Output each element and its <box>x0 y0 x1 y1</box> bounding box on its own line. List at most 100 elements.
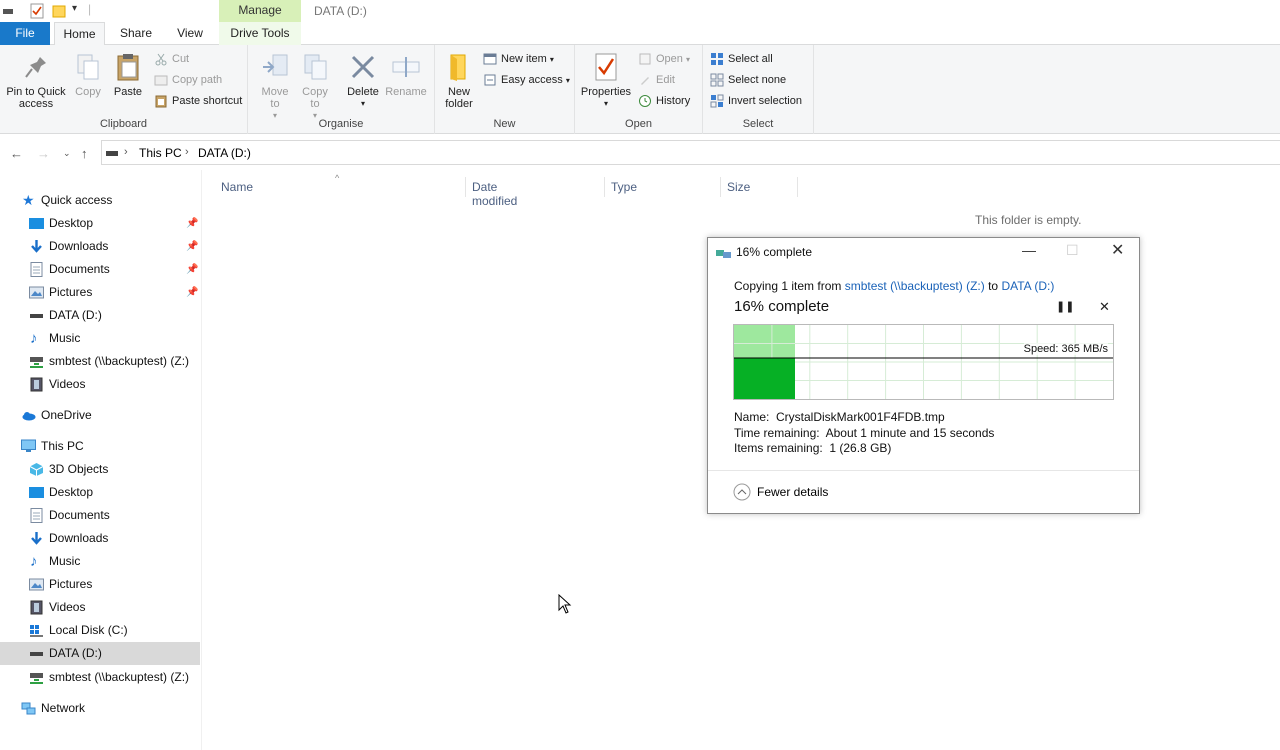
sidebar-item-videos[interactable]: Videos <box>0 373 200 396</box>
sidebar-item-data-d[interactable]: DATA (D:) <box>0 642 200 665</box>
column-date-modified[interactable]: Date modified <box>472 180 517 208</box>
breadcrumb-chevron-icon[interactable]: › <box>124 146 128 158</box>
copy-to-label: Copy to <box>302 86 328 110</box>
copy-to-icon <box>304 54 327 80</box>
close-icon[interactable]: ✕ <box>1111 240 1124 260</box>
cut-button[interactable]: Cut <box>154 50 189 68</box>
forward-arrow-icon[interactable]: → <box>37 146 50 161</box>
column-divider[interactable] <box>797 177 798 197</box>
sidebar-item-this-pc[interactable]: This PC <box>0 435 200 458</box>
copy-details: Name: CrystalDiskMark001F4FDB.tmp Time r… <box>734 410 994 457</box>
properties-button[interactable]: Properties ▾ <box>580 51 632 110</box>
minimize-icon[interactable]: — <box>1022 242 1036 258</box>
computer-icon <box>21 439 36 452</box>
clipboard-group: Pin to Quick access Copy Paste Cut Copy … <box>0 45 248 134</box>
back-arrow-icon[interactable]: ← <box>10 146 23 161</box>
sidebar-item-music[interactable]: ♪ Music <box>0 327 200 350</box>
column-divider[interactable] <box>720 177 721 197</box>
tab-share[interactable]: Share <box>115 22 157 45</box>
sidebar-item-label: Pictures <box>49 577 93 591</box>
copy-summary-to: to <box>984 279 1002 293</box>
open-button[interactable]: Open ▾ <box>638 50 690 68</box>
sidebar-item-local-disk-c[interactable]: Local Disk (C:) <box>0 619 200 642</box>
new-group-label: New <box>493 118 516 130</box>
sidebar-item-smbtest-pc[interactable]: smbtest (\\backuptest) (Z:) <box>0 666 200 689</box>
edit-button[interactable]: Edit <box>638 71 675 89</box>
copy-button[interactable]: Copy <box>72 51 104 98</box>
column-type[interactable]: Type <box>611 180 637 194</box>
download-arrow-icon <box>31 532 42 545</box>
move-to-icon <box>263 54 288 76</box>
sidebar-item-downloads-pc[interactable]: Downloads <box>0 527 200 550</box>
document-icon <box>30 508 43 523</box>
select-none-button[interactable]: Select none <box>710 71 786 89</box>
sidebar-item-label: OneDrive <box>41 408 92 422</box>
rename-button[interactable]: Rename <box>384 51 428 98</box>
breadcrumb-this-pc[interactable]: This PC <box>139 146 182 160</box>
detail-name-row: Name: CrystalDiskMark001F4FDB.tmp <box>734 410 994 426</box>
drive-icon <box>30 652 43 656</box>
sidebar-item-documents-pc[interactable]: Documents <box>0 504 200 527</box>
sidebar-item-label: DATA (D:) <box>49 308 102 322</box>
sidebar-item-desktop[interactable]: Desktop 📌 <box>0 212 200 235</box>
organise-group: Move to ▾ Copy to ▾ Delete ▾ Rename Organis… <box>248 45 435 134</box>
sidebar-item-label: Network <box>41 701 86 715</box>
clipboard-group-label: Clipboard <box>99 118 148 130</box>
paste-button[interactable]: Paste <box>110 51 146 98</box>
sidebar-item-3d-objects[interactable]: 3D Objects <box>0 458 200 481</box>
tab-drive-tools[interactable]: Drive Tools <box>219 22 301 45</box>
sidebar-item-desktop-pc[interactable]: Desktop <box>0 481 200 504</box>
select-none-icon <box>710 73 724 87</box>
sidebar-item-downloads[interactable]: Downloads 📌 <box>0 235 200 258</box>
sidebar-item-quick-access[interactable]: ★ Quick access <box>0 189 200 212</box>
customize-qat-icon[interactable]: ▾ <box>72 3 77 14</box>
tab-home[interactable]: Home <box>54 22 105 46</box>
tab-view[interactable]: View <box>168 22 212 45</box>
tab-file[interactable]: File <box>0 22 50 45</box>
new-folder-button[interactable]: New folder <box>441 51 477 110</box>
sidebar-item-network[interactable]: Network <box>0 697 200 720</box>
move-to-button[interactable]: Move to ▾ <box>258 51 292 122</box>
destination-link[interactable]: DATA (D:) <box>1001 279 1054 293</box>
column-divider[interactable] <box>465 177 466 197</box>
copy-path-button[interactable]: Copy path <box>154 71 222 89</box>
maximize-icon[interactable]: ☐ <box>1066 242 1079 259</box>
sidebar-item-label: Documents <box>49 262 110 276</box>
sidebar-item-music-pc[interactable]: ♪ Music <box>0 550 200 573</box>
breadcrumb-chevron-icon[interactable]: › <box>185 146 189 158</box>
paste-label: Paste <box>113 86 143 98</box>
up-arrow-icon[interactable]: ↑ <box>81 146 88 161</box>
column-name[interactable]: Name <box>221 180 253 194</box>
sidebar-item-label: Videos <box>49 377 86 391</box>
cancel-copy-icon[interactable]: ✕ <box>1099 299 1110 315</box>
delete-button[interactable]: Delete ▾ <box>344 51 382 110</box>
column-divider[interactable] <box>604 177 605 197</box>
sidebar-item-pictures-pc[interactable]: Pictures <box>0 573 200 596</box>
breadcrumb-data-d[interactable]: DATA (D:) <box>198 146 251 160</box>
select-all-button[interactable]: Select all <box>710 50 773 68</box>
sidebar-item-videos-pc[interactable]: Videos <box>0 596 200 619</box>
fewer-details-button[interactable]: Fewer details <box>733 483 828 501</box>
properties-icon[interactable] <box>30 3 44 19</box>
new-item-button[interactable]: New item ▾ <box>483 50 554 68</box>
address-bar[interactable]: › This PC › DATA (D:) <box>101 140 1280 165</box>
history-button[interactable]: History <box>638 92 690 110</box>
easy-access-button[interactable]: Easy access ▾ <box>483 71 570 89</box>
music-note-icon: ♪ <box>30 553 38 570</box>
sidebar-item-smbtest-quick[interactable]: smbtest (\\backuptest) (Z:) <box>0 350 200 373</box>
speed-readout: Speed: 365 MB/s <box>1023 343 1108 355</box>
sidebar-item-data-d-quick[interactable]: DATA (D:) <box>0 304 200 327</box>
sidebar-item-onedrive[interactable]: OneDrive <box>0 404 200 427</box>
source-link[interactable]: smbtest (\\backuptest) (Z:) <box>845 279 985 293</box>
download-arrow-icon <box>31 240 42 253</box>
pin-to-quick-access-button[interactable]: Pin to Quick access <box>3 51 69 110</box>
sidebar-item-pictures[interactable]: Pictures 📌 <box>0 281 200 304</box>
copy-to-button[interactable]: Copy to ▾ <box>298 51 332 122</box>
recent-locations-chevron-icon[interactable]: ⌄ <box>63 148 71 159</box>
paste-shortcut-button[interactable]: Paste shortcut <box>154 92 242 110</box>
sidebar-item-documents[interactable]: Documents 📌 <box>0 258 200 281</box>
invert-selection-button[interactable]: Invert selection <box>710 92 802 110</box>
new-folder-icon[interactable] <box>52 4 66 18</box>
pause-icon[interactable]: ❚❚ <box>1056 300 1074 313</box>
column-size[interactable]: Size <box>727 180 750 194</box>
